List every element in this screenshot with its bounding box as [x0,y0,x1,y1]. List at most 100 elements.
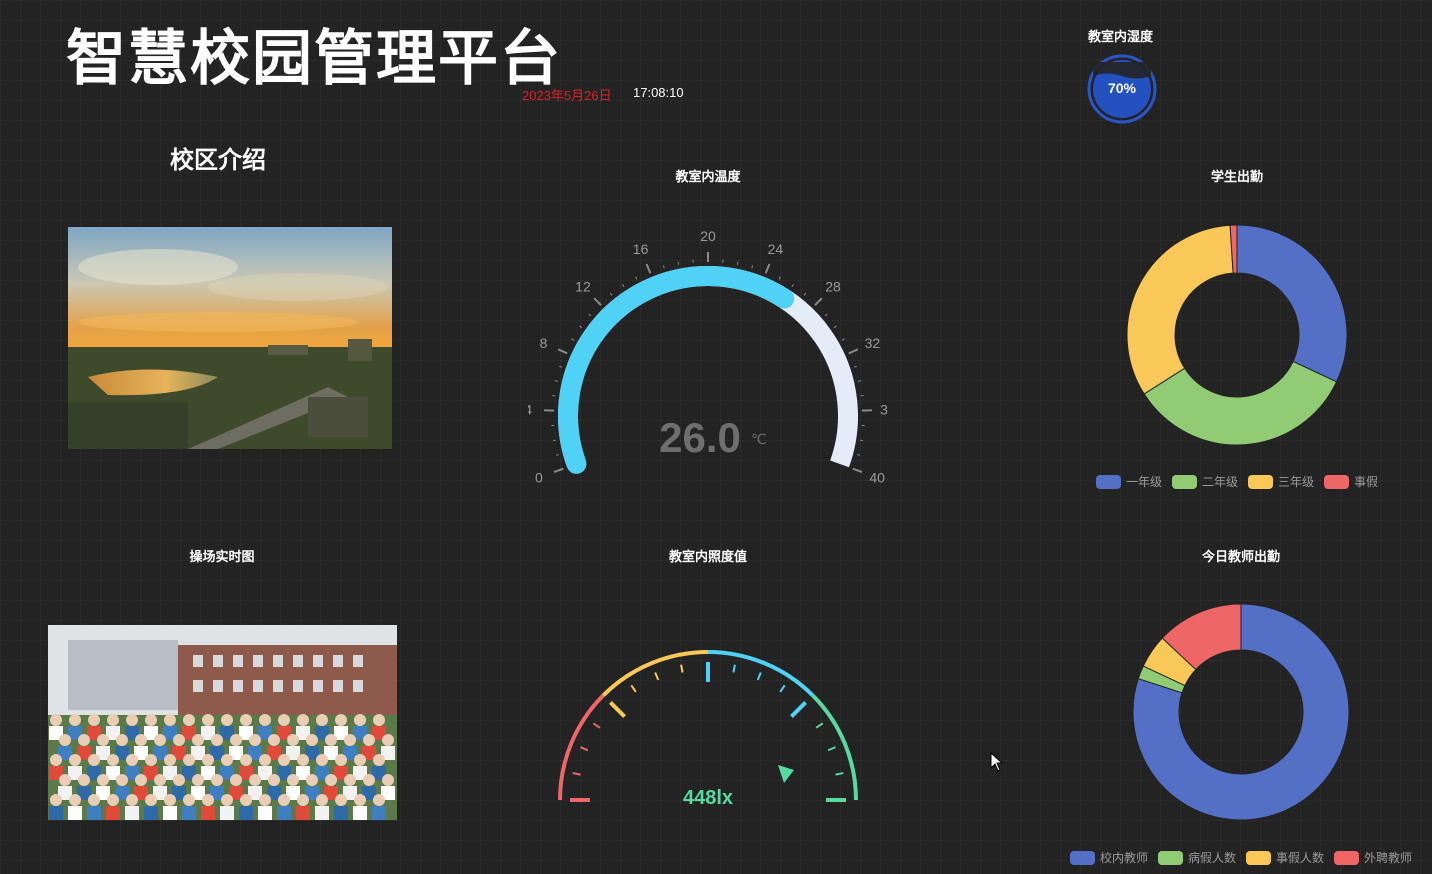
humidity-value: 70% [1108,80,1137,96]
temperature-tick-label: 0 [535,470,543,486]
temperature-tick [593,297,602,306]
legend-label: 校内教师 [1100,851,1149,865]
temperature-tick [857,380,862,382]
current-time: 17:08:10 [633,85,684,100]
temperature-tick-label: 32 [865,335,881,351]
temperature-tick [579,325,583,329]
legend-item[interactable]: 二年级 [1172,473,1238,490]
illuminance-value: 448lx [683,787,733,809]
legend-label: 二年级 [1202,475,1239,489]
illuminance-tick [572,772,581,776]
legend-swatch [1334,850,1360,865]
temperature-tick-label: 8 [540,335,548,351]
legend-label: 一年级 [1126,475,1163,489]
students-donut-chart [1126,224,1348,446]
temperature-tick [856,454,861,456]
legend-item[interactable]: 外聘教师 [1334,849,1412,866]
temperature-tick [662,265,665,269]
legend-swatch [1096,474,1121,489]
illuminance-tick [835,772,844,776]
playground-title: 操场实时图 [189,549,255,564]
temperature-tick [853,365,858,368]
mouse-cursor-icon [990,752,1004,772]
temperature-tick [736,261,739,265]
temperature-tick-label: 20 [700,228,716,244]
temperature-tick [677,261,680,265]
legend-item[interactable]: 校内教师 [1070,849,1148,866]
legend-item[interactable]: 事假 [1324,473,1378,490]
temperature-tick [848,348,859,355]
teachers-legend: 校内教师 病假人数 事假人数 外聘教师 [1070,849,1422,866]
temperature-tick [588,313,592,317]
page-title: 智慧校园管理平台 [66,25,562,92]
temperature-unit: ℃ [751,431,767,447]
temperature-tick [609,292,613,296]
temperature-tick-label: 40 [869,470,885,486]
temperature-tick [554,380,559,382]
legend-label: 事假人数 [1276,851,1325,865]
legend-swatch [1324,474,1350,489]
temperature-tick [558,365,563,368]
illuminance-tick [827,746,836,752]
illuminance-tick [779,684,786,693]
legend-swatch [1246,850,1272,865]
temperature-tick [841,338,845,341]
legend-item[interactable]: 一年级 [1096,473,1162,490]
temperature-tick-label: 16 [633,241,649,257]
illuminance-tick [630,684,637,693]
donut-slice[interactable] [1236,224,1348,383]
teachers-title: 今日教师出勤 [1201,549,1280,564]
temperature-tick [814,297,823,306]
illuminance-tick [756,672,762,681]
illuminance-title: 教室内照度值 [668,549,747,564]
illuminance-tick [790,701,807,718]
legend-label: 外聘教师 [1364,851,1413,865]
legend-item[interactable]: 病假人数 [1158,849,1236,866]
teachers-donut-chart [1132,603,1350,821]
illuminance-tick [732,664,736,673]
current-date: 2023年5月26日 [522,88,612,103]
students-legend: 一年级 二年级 三年级 事假 [1096,473,1388,490]
illuminance-gauge: 448lx [558,650,858,809]
legend-label: 病假人数 [1188,851,1237,865]
playground-live-photo [48,625,397,820]
temperature-value: 26.0 [659,414,741,461]
legend-item[interactable]: 事假人数 [1246,849,1324,866]
temperature-tick [824,313,828,317]
campus-title: 校区介绍 [170,147,266,174]
humidity-liquid-ball: 70% [1087,54,1157,124]
temperature-tick [553,467,564,474]
temperature-tick-label: 12 [575,279,591,295]
temperature-tick-label: 24 [768,241,784,257]
temperature-tick-label: 28 [825,279,841,295]
humidity-title: 教室内湿度 [1088,29,1154,44]
legend-item[interactable]: 三年级 [1248,473,1314,490]
temperature-tick [778,276,781,280]
illuminance-tick [609,701,626,718]
campus-sunset-photo [68,227,392,449]
legend-swatch [1172,474,1198,489]
illuminance-tick [680,664,684,673]
temperature-title: 教室内温度 [675,169,741,184]
illuminance-tick [654,672,660,681]
illuminance-tick [580,746,589,752]
temperature-gauge: 0 4 8 12 16 20 24 28 32 36 40 26.0 ℃ [528,228,888,486]
temperature-tick [791,284,794,288]
temperature-tick [555,454,560,456]
students-title: 学生出勤 [1210,169,1263,184]
temperature-tick [852,467,863,474]
temperature-tick [833,325,837,329]
illuminance-tick [815,722,824,729]
temperature-tick-label: 4 [528,402,532,418]
temperature-tick [557,348,568,355]
temperature-tick [764,263,771,274]
legend-label: 事假 [1354,475,1379,489]
temperature-tick-label: 36 [880,402,888,418]
illuminance-pointer [778,765,794,783]
temperature-tick [635,276,638,280]
temperature-tick [751,265,754,269]
donut-slice[interactable] [1126,224,1234,395]
legend-swatch [1248,474,1274,489]
temperature-tick [571,338,575,341]
legend-swatch [1158,850,1184,865]
